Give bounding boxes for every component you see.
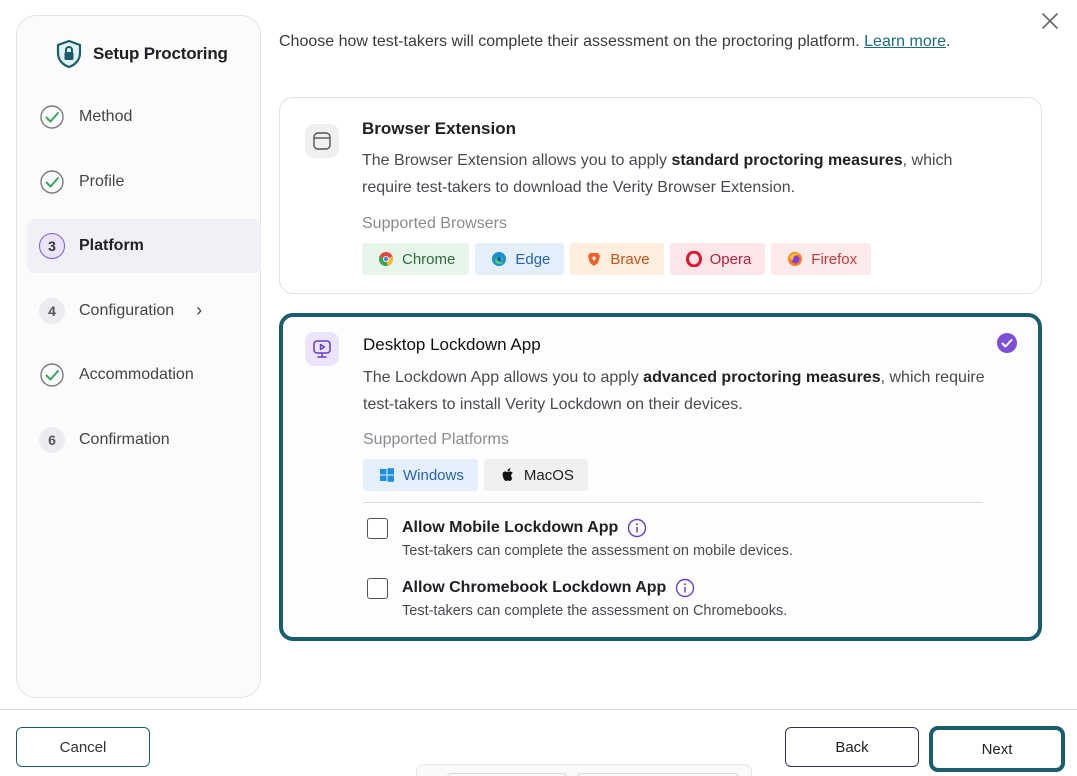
check-circle-icon — [40, 169, 64, 194]
desc-text: The Lockdown App allows you to apply — [363, 369, 644, 386]
step-label: Profile — [79, 172, 125, 190]
step-confirmation[interactable]: 6 Confirmation — [27, 413, 261, 467]
platform-chips: Windows MacOS — [363, 459, 588, 491]
close-icon[interactable] — [1040, 11, 1060, 31]
sidebar-title: Setup Proctoring — [93, 44, 228, 63]
shield-lock-icon — [56, 39, 82, 69]
sidebar-header: Setup Proctoring — [53, 38, 228, 70]
step-label: Platform — [79, 237, 144, 254]
check-circle-icon — [40, 363, 64, 387]
firefox-icon — [788, 252, 803, 266]
desc-text: The Browser Extension allows you to appl… — [362, 152, 672, 169]
chip-label: Windows — [403, 466, 464, 484]
chip-opera: Opera — [669, 243, 766, 275]
desktop-app-description: The Lockdown App allows you to apply adv… — [363, 364, 1003, 418]
browser-extension-icon-box — [305, 124, 339, 158]
step-label: Accommodation — [79, 366, 194, 383]
footer-divider — [0, 709, 1077, 710]
chevron-right-icon: › — [196, 300, 203, 320]
step-number-badge: 6 — [39, 426, 65, 453]
chip-macos: MacOS — [483, 459, 588, 491]
browser-extension-description: The Browser Extension allows you to appl… — [362, 147, 1002, 201]
desktop-app-icon-box — [305, 332, 339, 366]
chip-label: Firefox — [811, 250, 858, 268]
browser-chips: Chrome Edge Brave Opera Firefox — [362, 243, 872, 275]
apple-icon — [502, 468, 513, 481]
desc-bold: advanced proctoring measures — [643, 369, 881, 386]
desktop-app-title: Desktop Lockdown App — [363, 335, 541, 354]
option-title-text: Allow Mobile Lockdown App — [402, 519, 619, 536]
chip-chrome: Chrome — [362, 243, 470, 275]
step-platform[interactable]: 3 Platform — [27, 219, 261, 273]
monitor-play-icon — [313, 340, 331, 358]
intro-end: . — [945, 33, 951, 50]
chip-label: Chrome — [402, 250, 456, 268]
options-divider — [363, 502, 983, 503]
option-title: Allow Mobile Lockdown App — [402, 517, 793, 539]
chip-label: MacOS — [523, 466, 574, 484]
option-title-text: Allow Chromebook Lockdown App — [402, 579, 667, 596]
option-description: Test-takers can complete the assessment … — [402, 603, 788, 619]
browser-extension-title: Browser Extension — [362, 119, 516, 138]
setup-proctoring-dialog: Setup Proctoring Method Profile 3 Platfo… — [0, 0, 1077, 776]
chip-label: Opera — [709, 250, 752, 268]
chip-brave: Brave — [570, 243, 664, 275]
step-label: Confirmation — [79, 430, 170, 448]
step-accommodation[interactable]: Accommodation — [27, 348, 261, 402]
selected-check-icon — [997, 333, 1017, 353]
cancel-button[interactable]: Cancel — [16, 727, 150, 767]
learn-more-link[interactable]: Learn more — [864, 33, 946, 50]
browser-extension-option[interactable]: Browser Extension The Browser Extension … — [279, 97, 1042, 294]
step-list: Method Profile 3 Platform 4 Configuratio… — [27, 90, 261, 477]
supported-browsers-label: Supported Browsers — [362, 215, 507, 232]
option-title: Allow Chromebook Lockdown App — [402, 577, 787, 599]
supported-platforms-label: Supported Platforms — [363, 431, 509, 448]
info-icon[interactable] — [675, 578, 695, 598]
desktop-lockdown-app-option[interactable]: Desktop Lockdown App The Lockdown App al… — [279, 313, 1042, 641]
next-button[interactable]: Next — [929, 726, 1065, 772]
background-window-edge — [416, 764, 752, 776]
step-number-badge: 4 — [39, 297, 65, 324]
sidebar: Setup Proctoring Method Profile 3 Platfo… — [16, 15, 261, 698]
desc-bold: standard proctoring measures — [671, 152, 903, 169]
allow-mobile-option: Allow Mobile Lockdown App Test-takers ca… — [367, 517, 793, 559]
step-label: Method — [79, 108, 133, 125]
brave-icon — [588, 253, 601, 266]
info-icon[interactable] — [627, 518, 647, 538]
intro-text: Choose how test-takers will complete the… — [279, 29, 1019, 54]
back-button[interactable]: Back — [785, 727, 919, 767]
chip-firefox: Firefox — [771, 243, 872, 275]
check-circle-icon — [40, 105, 64, 129]
edge-icon — [492, 252, 507, 266]
allow-chromebook-checkbox[interactable] — [367, 578, 388, 599]
step-configuration[interactable]: 4 Configuration › — [27, 284, 261, 338]
chrome-icon — [378, 252, 394, 266]
chip-windows: Windows — [363, 459, 478, 491]
chip-edge: Edge — [475, 243, 565, 275]
step-profile[interactable]: Profile — [27, 155, 261, 209]
chip-label: Brave — [610, 250, 650, 268]
intro-sentence: Choose how test-takers will complete the… — [279, 33, 865, 50]
option-description: Test-takers can complete the assessment … — [402, 543, 793, 559]
browser-window-icon — [313, 132, 331, 150]
step-number-badge: 3 — [39, 233, 65, 259]
allow-mobile-checkbox[interactable] — [367, 518, 388, 539]
option-text: Allow Chromebook Lockdown App Test-taker… — [402, 577, 787, 619]
chip-label: Edge — [515, 250, 551, 268]
step-method[interactable]: Method — [27, 90, 261, 144]
windows-icon — [380, 468, 394, 482]
opera-icon — [685, 251, 702, 267]
allow-chromebook-option: Allow Chromebook Lockdown App Test-taker… — [367, 577, 787, 619]
step-label: Configuration — [79, 301, 175, 319]
option-text: Allow Mobile Lockdown App Test-takers ca… — [402, 517, 793, 559]
